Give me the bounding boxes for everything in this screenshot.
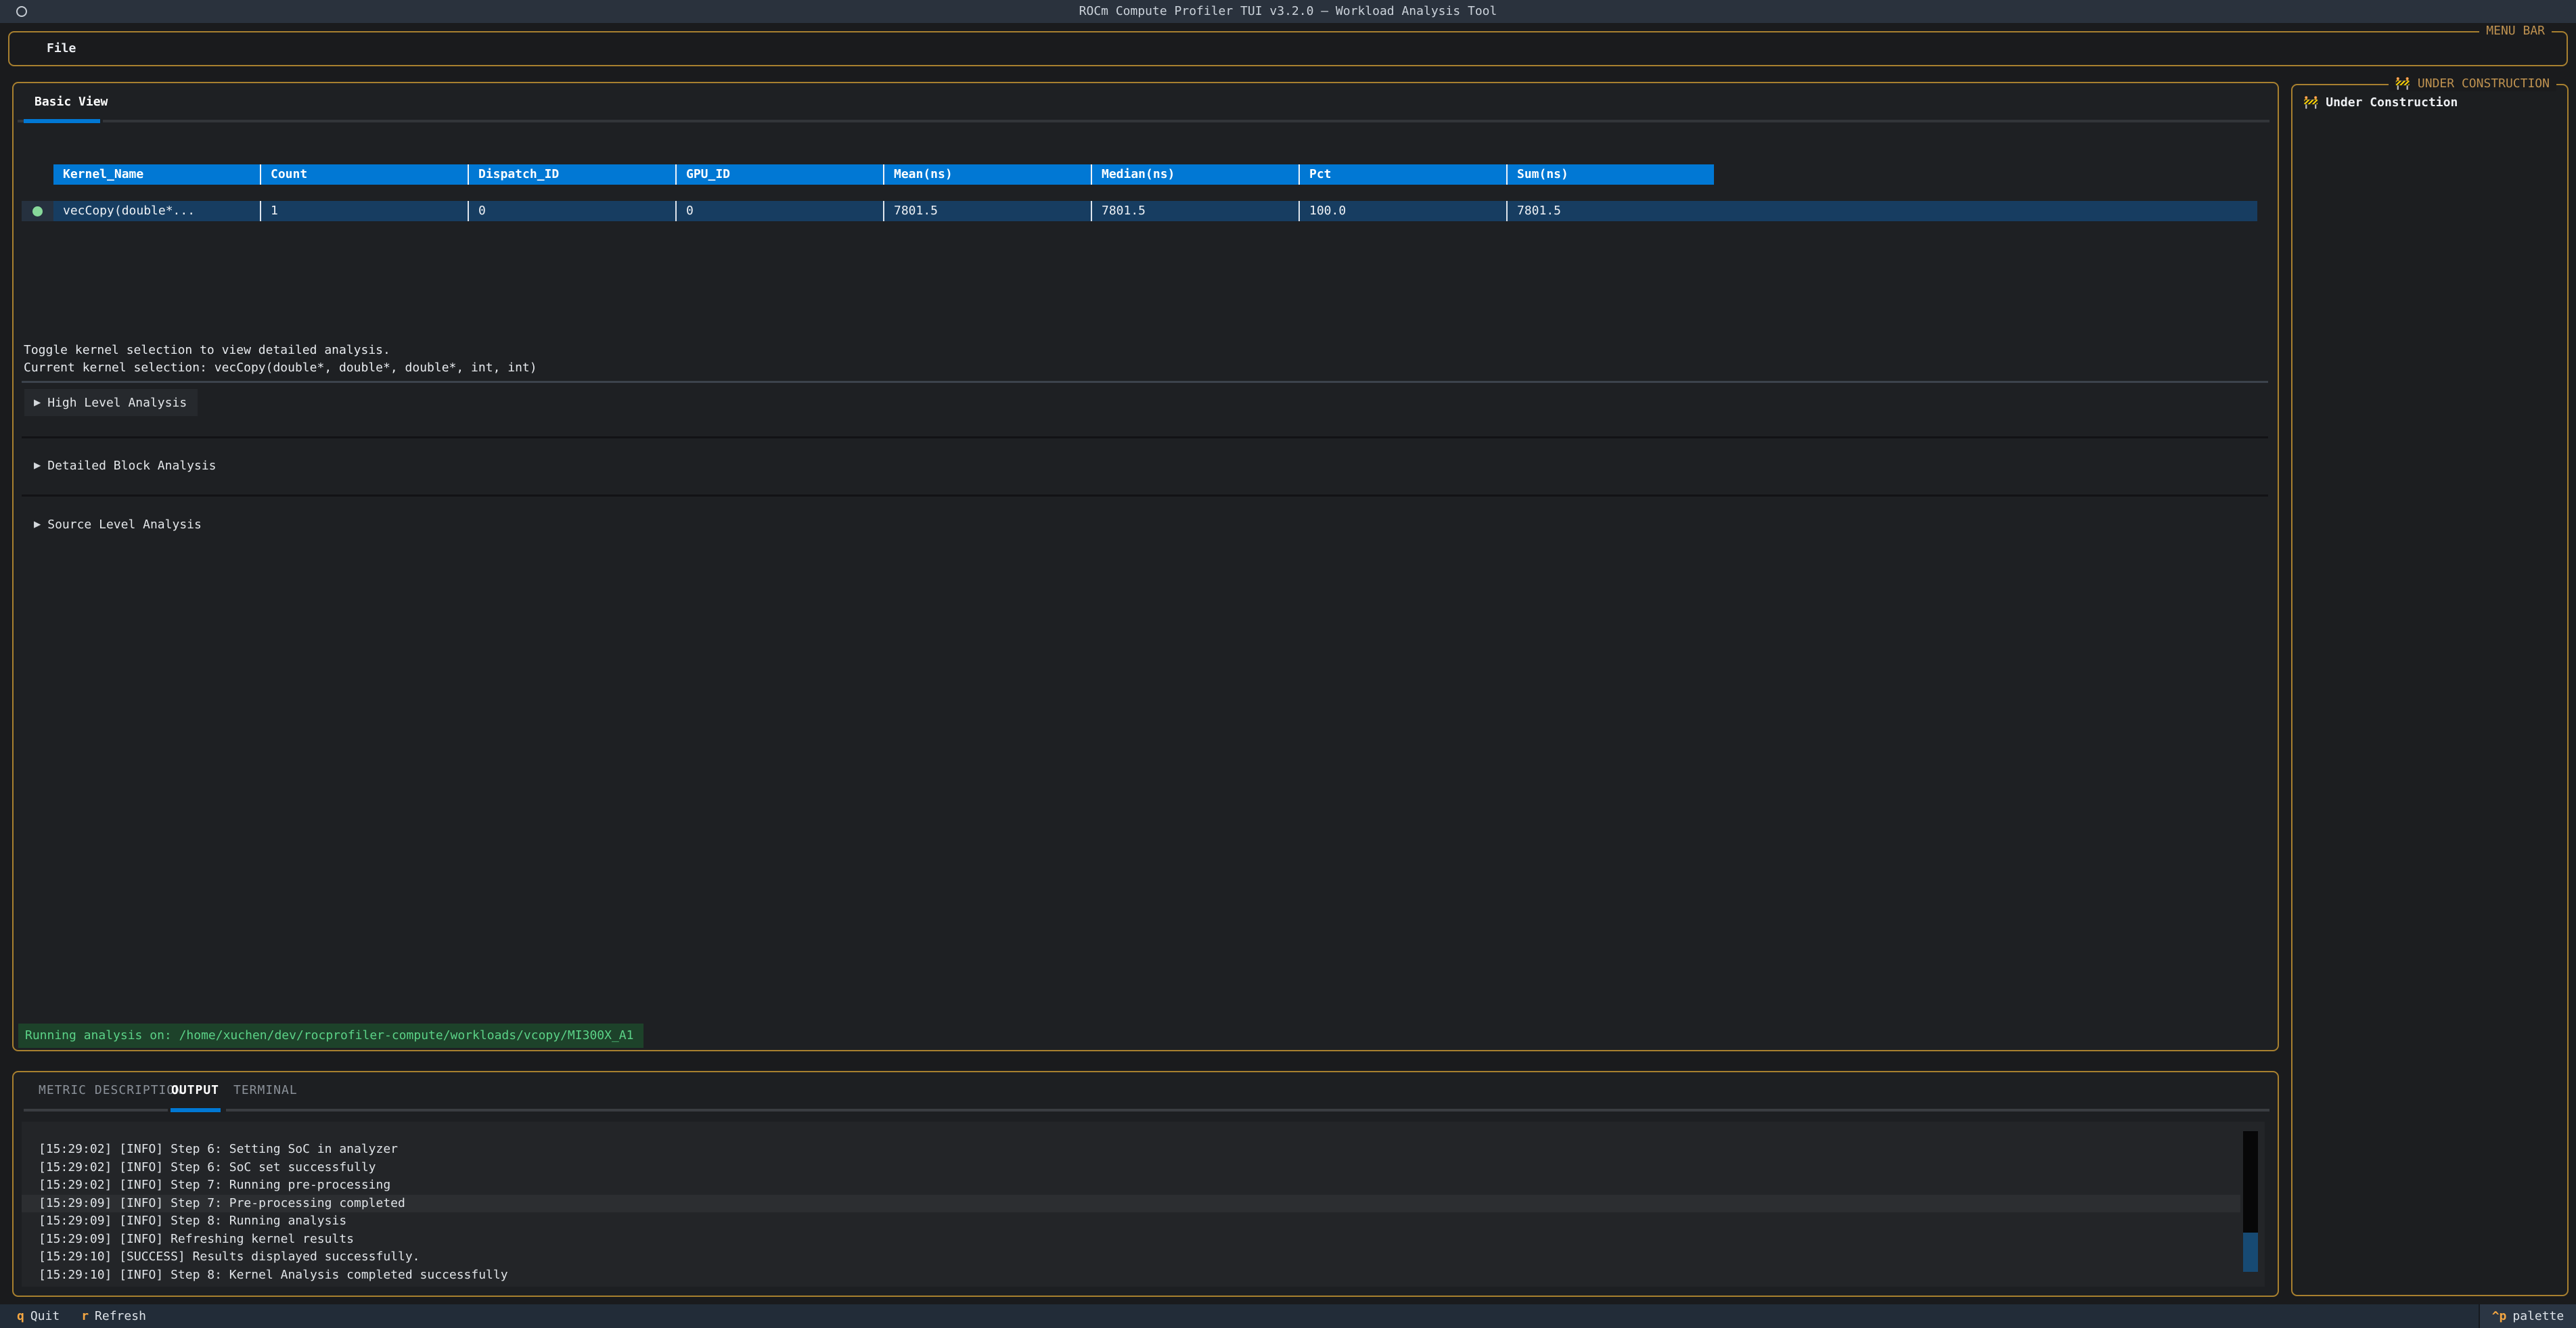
footer-bar: q Quit r Refresh ^p palette <box>0 1304 2576 1328</box>
selected-row-dot-icon <box>32 206 43 216</box>
collapsible-label: High Level Analysis <box>47 396 187 410</box>
app-title: ROCm Compute Profiler TUI v3.2.0 — Workl… <box>0 0 2576 23</box>
table-row[interactable]: vecCopy(double*... 1 0 0 7801.5 7801.5 1… <box>22 201 2257 221</box>
binding-label: Quit <box>30 1309 60 1323</box>
collapsible-label: Source Level Analysis <box>47 518 202 532</box>
column-header-mean-ns[interactable]: Mean(ns) <box>883 164 1091 185</box>
menu-item-file[interactable]: File <box>40 32 83 65</box>
collapsible-source-level-analysis[interactable]: ▶ Source Level Analysis <box>24 511 212 538</box>
column-header-dispatch-id[interactable]: Dispatch_ID <box>468 164 675 185</box>
status-running-analysis: Running analysis on: /home/xuchen/dev/ro… <box>18 1024 643 1048</box>
chevron-right-icon: ▶ <box>34 396 41 409</box>
cell-median-ns: 7801.5 <box>1091 201 1298 221</box>
command-palette-button[interactable]: ^p palette <box>2479 1304 2576 1328</box>
column-header-count[interactable]: Count <box>260 164 468 185</box>
log-line: [15:29:02] [INFO] Step 6: SoC set succes… <box>22 1159 2265 1177</box>
title-bar: ROCm Compute Profiler TUI v3.2.0 — Workl… <box>0 0 2576 23</box>
menu-bar-frame-label: MENU BAR <box>2479 24 2552 39</box>
column-header-gpu-id[interactable]: GPU_ID <box>675 164 883 185</box>
cell-count: 1 <box>260 201 468 221</box>
binding-refresh[interactable]: r Refresh <box>81 1304 146 1328</box>
tab-active-underline <box>24 119 100 123</box>
section-divider <box>22 495 2268 497</box>
cell-gpu-id: 0 <box>675 201 883 221</box>
rocm-profiler-tui: ROCm Compute Profiler TUI v3.2.0 — Workl… <box>0 0 2576 1328</box>
log-scrollbar[interactable] <box>2243 1131 2258 1272</box>
log-line: [15:29:10] [SUCCESS] Results displayed s… <box>22 1248 2265 1266</box>
collapsible-label: Detailed Block Analysis <box>47 459 216 473</box>
collapsible-high-level-analysis[interactable]: ▶ High Level Analysis <box>24 389 198 416</box>
cell-mean-ns: 7801.5 <box>883 201 1091 221</box>
binding-quit[interactable]: q Quit <box>17 1304 60 1328</box>
tab-terminal[interactable]: TERMINAL <box>233 1081 298 1100</box>
main-panel: Basic View Kernel_Name Count Dispatch_ID… <box>12 82 2279 1051</box>
menu-bar: MENU BAR File <box>8 31 2568 66</box>
kernel-current-selection: Current kernel selection: vecCopy(double… <box>24 359 537 377</box>
chevron-right-icon: ▶ <box>34 459 41 472</box>
log-line: [15:29:09] [INFO] Refreshing kernel resu… <box>22 1231 2265 1249</box>
palette-label: palette <box>2512 1309 2564 1323</box>
tab-strip-underline <box>24 1109 168 1112</box>
cell-sum-ns: 7801.5 <box>1506 201 1714 221</box>
tab-strip-underline <box>103 120 2269 122</box>
cell-dispatch-id: 0 <box>468 201 675 221</box>
tab-strip-underline <box>226 1109 2269 1112</box>
column-header-median-ns[interactable]: Median(ns) <box>1091 164 1298 185</box>
row-select-cell[interactable] <box>22 201 53 221</box>
bottom-panel: METRIC DESCRIPTION OUTPUT TERMINAL [15:2… <box>12 1071 2279 1297</box>
log-line: [15:29:02] [INFO] Step 7: Running pre-pr… <box>22 1176 2265 1195</box>
under-construction-frame-label: 🚧 UNDER CONSTRUCTION <box>2389 76 2556 91</box>
under-construction-text: 🚧 Under Construction <box>2303 93 2458 112</box>
section-divider <box>22 436 2268 438</box>
kernel-toggle-hint: Toggle kernel selection to view detailed… <box>24 342 390 359</box>
kernel-table-header: Kernel_Name Count Dispatch_ID GPU_ID Mea… <box>53 164 1714 185</box>
output-log[interactable]: [15:29:02] [INFO] Step 6: Setting SoC in… <box>22 1122 2265 1287</box>
chevron-right-icon: ▶ <box>34 518 41 531</box>
key-q: q <box>17 1309 24 1323</box>
column-header-pct[interactable]: Pct <box>1298 164 1506 185</box>
binding-label: Refresh <box>95 1309 146 1323</box>
tab-basic-view[interactable]: Basic View <box>35 93 108 112</box>
log-scrollbar-thumb[interactable] <box>2243 1233 2258 1272</box>
kernel-info-divider <box>22 381 2268 383</box>
tab-active-underline <box>171 1108 221 1112</box>
log-line: [15:29:10] [INFO] Step 8: Kernel Analysi… <box>22 1266 2265 1285</box>
tab-strip-stub <box>18 120 24 122</box>
log-line: [15:29:09] [INFO] Step 8: Running analys… <box>22 1212 2265 1231</box>
cell-kernel-name: vecCopy(double*... <box>53 201 260 221</box>
tab-metric-description[interactable]: METRIC DESCRIPTION <box>39 1081 183 1100</box>
column-header-sum-ns[interactable]: Sum(ns) <box>1506 164 1714 185</box>
footer-bindings: q Quit r Refresh <box>17 1304 168 1328</box>
row-cells: vecCopy(double*... 1 0 0 7801.5 7801.5 1… <box>53 201 1714 221</box>
tab-output[interactable]: OUTPUT <box>171 1081 219 1100</box>
log-line-highlighted: [15:29:09] [INFO] Step 7: Pre-processing… <box>22 1195 2240 1213</box>
under-construction-panel: 🚧 UNDER CONSTRUCTION 🚧 Under Constructio… <box>2291 84 2569 1296</box>
row-tail <box>1714 201 2257 221</box>
cell-pct: 100.0 <box>1298 201 1506 221</box>
column-header-kernel-name[interactable]: Kernel_Name <box>53 164 260 185</box>
log-line: [15:29:02] [INFO] Step 6: Setting SoC in… <box>22 1141 2265 1159</box>
key-r: r <box>81 1309 89 1323</box>
key-ctrl-p: ^p <box>2492 1309 2507 1323</box>
collapsible-detailed-block-analysis[interactable]: ▶ Detailed Block Analysis <box>24 452 227 479</box>
